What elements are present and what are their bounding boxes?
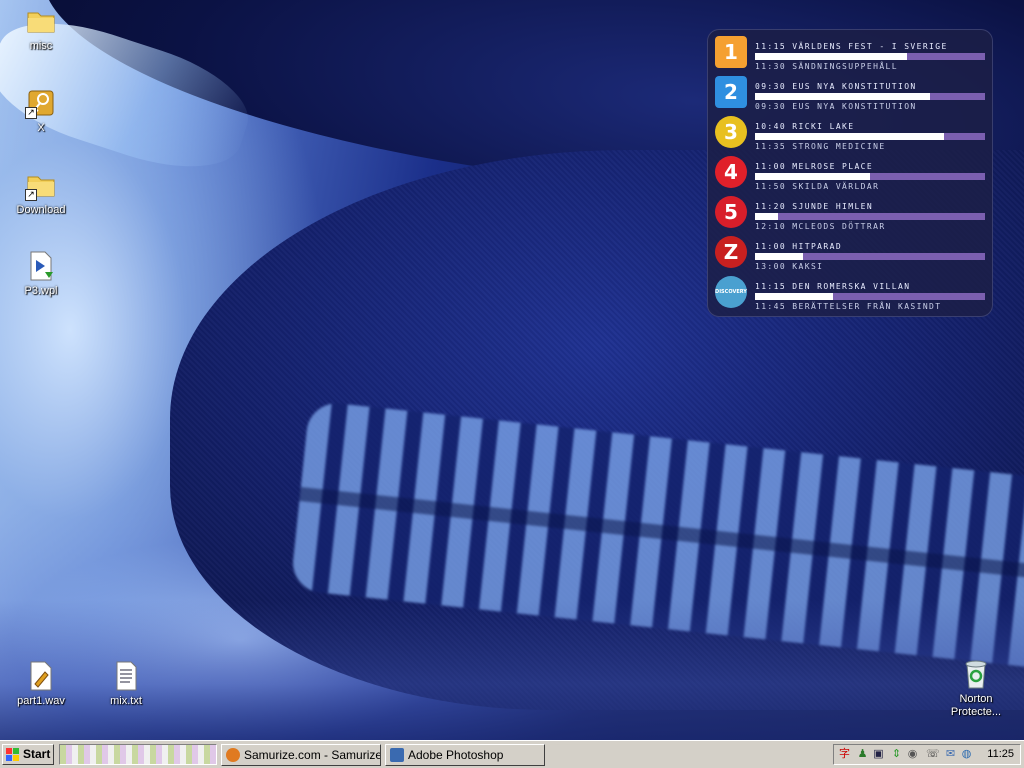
chinese-input-icon[interactable]: 字	[838, 748, 851, 761]
quick-launch-toolbar[interactable]	[59, 744, 217, 765]
tv-next-showing: 12:10 mcleods döttrar	[755, 222, 886, 231]
windows-flag-icon	[6, 748, 20, 761]
channel-5-logo-icon: 5	[715, 196, 747, 228]
channel-ztv-logo-icon: Z	[715, 236, 747, 268]
taskbar: Start Samurize.com - Samurize... Adobe P…	[0, 740, 1024, 768]
tv-next-showing: 13:00 kaksi	[755, 262, 824, 271]
desktop-icon-x[interactable]: ↗ X	[1, 87, 81, 135]
desktop-icon-mix-txt[interactable]: mix.txt	[86, 660, 166, 708]
tv-progress-bar	[755, 53, 985, 60]
tv-now-showing: 09:30 eus nya konstitution	[755, 82, 917, 91]
desktop-icon-part1-wav[interactable]: part1.wav	[1, 660, 81, 708]
tv-progress-bar	[755, 93, 985, 100]
desktop-icon-label: P3.wpl	[24, 285, 58, 297]
folder-shortcut-icon: ↗	[25, 169, 57, 201]
mail-icon[interactable]: ✉	[944, 748, 957, 761]
taskbar-button-label: Adobe Photoshop	[408, 748, 504, 762]
tv-channel-row[interactable]: 3 10:40 ricki lake 11:35 strong medicine	[707, 113, 993, 153]
tv-next-showing: 11:35 strong medicine	[755, 142, 886, 151]
tv-next-showing: 11:30 sändningsuppehåll	[755, 62, 898, 71]
start-button[interactable]: Start	[2, 744, 54, 765]
channel-4-logo-icon: 4	[715, 156, 747, 188]
tv-now-showing: 11:15 världens fest - i sverige	[755, 42, 948, 51]
tv-progress-fill	[755, 53, 907, 60]
tv-progress-fill	[755, 133, 944, 140]
desktop-icon-label: mix.txt	[110, 695, 142, 707]
network-person-icon[interactable]: ♟	[856, 748, 869, 761]
photoshop-icon	[390, 748, 404, 762]
channel-discovery-logo-icon: DISCOVERY	[715, 276, 747, 308]
desktop-icon-label: X	[37, 122, 45, 134]
phone-icon[interactable]: ☏	[926, 748, 940, 761]
desktop-icon-label: misc	[29, 40, 53, 52]
desktop-icon-misc[interactable]: misc	[1, 5, 81, 53]
tv-progress-fill	[755, 213, 778, 220]
tv-channel-row[interactable]: 1 11:15 världens fest - i sverige 11:30 …	[707, 33, 993, 73]
tv-now-showing: 11:00 hitparad	[755, 242, 843, 251]
channel-3-logo-icon: 3	[715, 116, 747, 148]
tv-channel-row[interactable]: 5 11:20 sjunde himlen 12:10 mcleods dött…	[707, 193, 993, 233]
tv-progress-fill	[755, 173, 870, 180]
tv-now-showing: 11:15 den romerska villan	[755, 282, 911, 291]
system-tray: 字 ♟ ▣ ⇕ ◉ ☏ ✉ ◍ 11:25	[833, 744, 1021, 765]
folder-icon	[25, 5, 57, 37]
desktop-icon-p3-wpl[interactable]: P3.wpl	[1, 250, 81, 298]
tv-channel-row[interactable]: 2 09:30 eus nya konstitution 09:30 eus n…	[707, 73, 993, 113]
monitor-icon[interactable]: ▣	[872, 748, 885, 761]
tv-now-showing: 11:20 sjunde himlen	[755, 202, 874, 211]
globe-icon[interactable]: ◍	[960, 748, 973, 761]
taskbar-button-photoshop[interactable]: Adobe Photoshop	[385, 744, 545, 766]
tv-progress-fill	[755, 293, 834, 300]
tv-progress-bar	[755, 213, 985, 220]
desktop-icon-norton-protected[interactable]: Norton Protecte...	[936, 658, 1016, 719]
firefox-icon	[226, 748, 240, 762]
tv-progress-fill	[755, 253, 804, 260]
taskbar-clock[interactable]: 11:25	[987, 748, 1014, 760]
tv-progress-bar	[755, 133, 985, 140]
recycle-bin-icon	[960, 658, 992, 690]
desktop-icon-download[interactable]: ↗ Download	[1, 169, 81, 217]
tv-next-showing: 11:45 berättelser från kasindt	[755, 302, 942, 311]
tv-channel-row[interactable]: Z 11:00 hitparad 13:00 kaksi	[707, 233, 993, 273]
speaker-icon[interactable]: ◉	[906, 748, 919, 761]
desktop-icon-label: part1.wav	[17, 695, 65, 707]
tv-progress-bar	[755, 253, 985, 260]
wav-file-icon	[25, 660, 57, 692]
tv-next-showing: 09:30 eus nya konstitution	[755, 102, 917, 111]
taskbar-button-samurize[interactable]: Samurize.com - Samurize...	[221, 744, 381, 766]
tv-now-showing: 10:40 ricki lake	[755, 122, 855, 131]
tv-progress-bar	[755, 173, 985, 180]
channel-1-logo-icon: 1	[715, 36, 747, 68]
text-file-icon	[110, 660, 142, 692]
tv-guide-widget: 1 11:15 världens fest - i sverige 11:30 …	[707, 29, 993, 317]
tv-next-showing: 11:50 skilda världar	[755, 182, 880, 191]
desktop-icon-label: Download	[16, 204, 66, 216]
playlist-file-icon	[25, 250, 57, 282]
tv-channel-row[interactable]: 4 11:00 melrose place 11:50 skilda värld…	[707, 153, 993, 193]
start-label: Start	[23, 747, 51, 761]
tv-now-showing: 11:00 melrose place	[755, 162, 874, 171]
tv-progress-fill	[755, 93, 930, 100]
arrows-icon[interactable]: ⇕	[890, 748, 903, 761]
key-shortcut-icon: ↗	[25, 87, 57, 119]
desktop-icon-label: Norton Protecte...	[950, 693, 1002, 718]
tv-channel-row[interactable]: DISCOVERY 11:15 den romerska villan 11:4…	[707, 273, 993, 313]
tv-progress-bar	[755, 293, 985, 300]
taskbar-button-label: Samurize.com - Samurize...	[244, 748, 381, 762]
channel-2-logo-icon: 2	[715, 76, 747, 108]
